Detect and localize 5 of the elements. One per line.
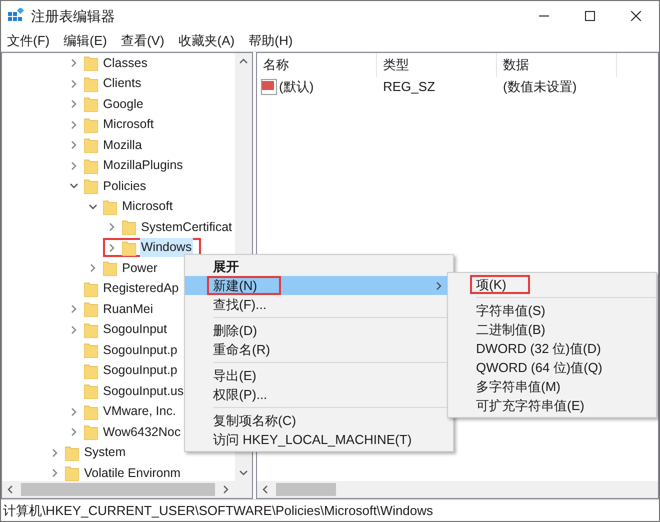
- status-bar-path: 计算机\HKEY_CURRENT_USER\SOFTWARE\Policies\Microsoft\Windows: [3, 502, 434, 520]
- table-cell-text: REG_SZ: [382, 78, 436, 96]
- window-title: 注册表编辑器: [31, 6, 115, 26]
- table-cell-text: (数值未设置): [502, 78, 578, 96]
- table-cell-text: (默认): [279, 78, 314, 96]
